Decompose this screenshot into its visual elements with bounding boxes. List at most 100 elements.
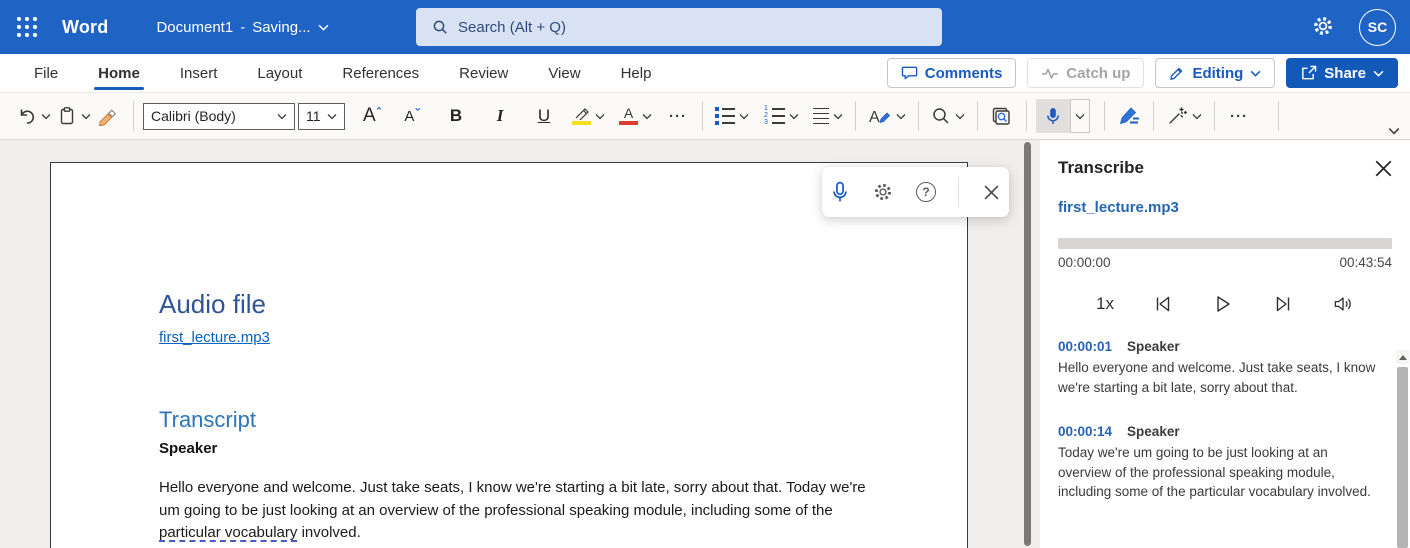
- transcribe-panel: Transcribe first_lecture.mp3 00:00:00 00…: [1040, 140, 1410, 548]
- chevron-down-icon: [327, 113, 337, 120]
- app-launcher-waffle-icon[interactable]: [0, 0, 54, 54]
- audio-progress-bar[interactable]: [1058, 238, 1392, 249]
- account-avatar[interactable]: SC: [1359, 9, 1396, 46]
- pencil-icon: [1169, 65, 1185, 81]
- document-title-menu[interactable]: Document1 - Saving...: [156, 19, 328, 36]
- italic-button[interactable]: I: [485, 99, 515, 133]
- scroll-up-arrow-icon: [1399, 355, 1407, 360]
- volume-button[interactable]: [1333, 293, 1354, 314]
- bullet-list-button[interactable]: [712, 99, 752, 133]
- playback-speed-button[interactable]: 1x: [1096, 294, 1114, 314]
- chevron-down-icon: [833, 113, 843, 120]
- play-button[interactable]: [1213, 293, 1234, 314]
- rewind-button[interactable]: [1153, 293, 1174, 314]
- search-icon: [432, 19, 448, 35]
- search-input[interactable]: Search (Alt + Q): [416, 8, 942, 46]
- entry-speaker: Speaker: [1127, 424, 1180, 439]
- tab-review[interactable]: Review: [439, 54, 528, 93]
- dictate-button[interactable]: [1036, 99, 1070, 133]
- chevron-down-icon: [1250, 70, 1261, 77]
- document-scrollbar[interactable]: [1023, 140, 1032, 548]
- collapse-ribbon-chevron-icon[interactable]: [1388, 127, 1400, 135]
- panel-audio-file-link[interactable]: first_lecture.mp3: [1058, 199, 1392, 216]
- entry-timestamp[interactable]: 00:00:01: [1058, 339, 1112, 354]
- chevron-down-icon: [642, 113, 652, 120]
- app-name: Word: [62, 17, 108, 38]
- ribbon-tabs: File Home Insert Layout References Revie…: [14, 54, 671, 93]
- underline-button[interactable]: U: [529, 99, 559, 133]
- transcript-paragraph: Hello everyone and welcome. Just take se…: [159, 477, 867, 545]
- bold-button[interactable]: B: [441, 99, 471, 133]
- document-canvas: Audio file first_lecture.mp3 Transcript …: [0, 140, 1410, 548]
- document-page[interactable]: Audio file first_lecture.mp3 Transcript …: [50, 162, 968, 548]
- transcript-entry[interactable]: 00:00:01 Speaker Hello everyone and welc…: [1058, 339, 1392, 397]
- dictate-dropdown-button[interactable]: [1070, 99, 1090, 133]
- tab-view[interactable]: View: [528, 54, 600, 93]
- entry-speaker: Speaker: [1127, 339, 1180, 354]
- magnifier-icon: [931, 106, 951, 126]
- editor-pen-icon: [1117, 106, 1141, 126]
- navigation-pane-button[interactable]: [987, 99, 1017, 133]
- more-ribbon-options-button[interactable]: ···: [1224, 99, 1254, 133]
- panel-scrollbar[interactable]: [1396, 350, 1409, 548]
- highlight-color-button[interactable]: [569, 99, 608, 133]
- editor-suggestion-underline[interactable]: particular vocabulary: [159, 524, 297, 541]
- undo-button[interactable]: [14, 99, 54, 133]
- entry-text[interactable]: Hello everyone and welcome. Just take se…: [1058, 358, 1380, 397]
- transcript-entry[interactable]: 00:00:14 Speaker Today we're um going to…: [1058, 424, 1392, 502]
- chevron-down-icon: [41, 113, 51, 120]
- comments-button[interactable]: Comments: [887, 58, 1017, 88]
- menu-bar: File Home Insert Layout References Revie…: [0, 54, 1410, 93]
- dictate-mic-button[interactable]: [829, 181, 851, 203]
- settings-gear-icon[interactable]: [1311, 14, 1337, 40]
- magic-wand-icon: [1166, 106, 1188, 126]
- share-icon: [1300, 65, 1317, 81]
- undo-icon: [17, 106, 37, 126]
- dictation-close-button[interactable]: [980, 181, 1002, 203]
- skip-forward-icon: [1273, 294, 1293, 314]
- font-color-button[interactable]: A: [616, 99, 655, 133]
- panel-close-icon[interactable]: [1375, 160, 1392, 177]
- paste-button[interactable]: [54, 99, 94, 133]
- styles-button[interactable]: A: [865, 99, 909, 133]
- document-scrollbar-thumb[interactable]: [1024, 142, 1031, 546]
- shrink-font-button[interactable]: A ˇ: [397, 99, 427, 133]
- chevron-down-icon: [739, 113, 749, 120]
- clipboard-icon: [57, 106, 77, 126]
- audio-file-link[interactable]: first_lecture.mp3: [159, 329, 270, 346]
- current-time: 00:00:00: [1058, 255, 1111, 270]
- grow-font-button[interactable]: A ˆ: [357, 99, 387, 133]
- question-mark-icon: ?: [916, 182, 936, 202]
- tab-layout[interactable]: Layout: [237, 54, 322, 93]
- panel-scroll-up-button[interactable]: [1396, 350, 1409, 364]
- numbered-list-button[interactable]: 1 2 3: [760, 99, 802, 133]
- pages-search-icon: [991, 106, 1013, 126]
- tab-references[interactable]: References: [322, 54, 439, 93]
- entry-text[interactable]: Today we're um going to be just looking …: [1058, 443, 1380, 502]
- forward-button[interactable]: [1273, 293, 1294, 314]
- tab-insert[interactable]: Insert: [160, 54, 238, 93]
- font-name-select[interactable]: Calibri (Body): [143, 103, 295, 130]
- editing-mode-button[interactable]: Editing: [1155, 58, 1275, 88]
- transcript-heading: Transcript: [159, 407, 857, 433]
- dictation-settings-button[interactable]: [872, 181, 894, 203]
- tab-help[interactable]: Help: [601, 54, 672, 93]
- editor-button[interactable]: [1114, 99, 1144, 133]
- tab-file[interactable]: File: [14, 54, 78, 93]
- chevron-down-icon: [318, 24, 329, 31]
- add-ins-button[interactable]: [1163, 99, 1205, 133]
- find-button[interactable]: [928, 99, 968, 133]
- more-font-options-button[interactable]: ···: [663, 99, 693, 133]
- panel-scrollbar-thumb[interactable]: [1397, 367, 1408, 548]
- dictation-floating-toolbar: ?: [822, 167, 1009, 217]
- font-color-swatch: [619, 121, 638, 125]
- tab-home[interactable]: Home: [78, 54, 160, 93]
- dictation-help-button[interactable]: ?: [915, 181, 937, 203]
- catch-up-button[interactable]: Catch up: [1027, 58, 1144, 88]
- format-painter-button[interactable]: [94, 99, 124, 133]
- ribbon-toolbar: Calibri (Body) 11 A ˆ A ˇ B I U A: [0, 93, 1410, 140]
- entry-timestamp[interactable]: 00:00:14: [1058, 424, 1112, 439]
- font-size-select[interactable]: 11: [298, 103, 345, 130]
- alignment-button[interactable]: [810, 99, 846, 133]
- share-button[interactable]: Share: [1286, 58, 1398, 88]
